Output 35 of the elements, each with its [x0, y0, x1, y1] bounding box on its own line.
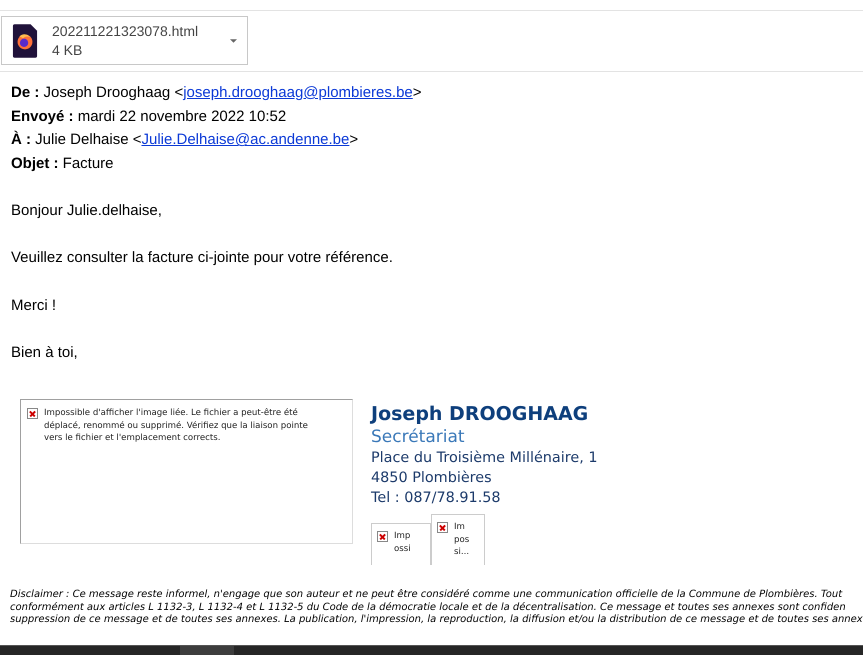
header-label: Objet :: [11, 155, 58, 172]
disclaimer-line: suppression de ce message et de toutes ses annexes. La publication, l'impression, la reproduction, la diffusion et/ou la distribution de ce message et de toutes ses annex: [10, 614, 863, 627]
header-label: À :: [11, 131, 31, 148]
signature-name: Joseph DROOGHAAG: [371, 402, 590, 426]
address-line: Place du Troisième Millénaire, 1: [371, 449, 598, 468]
broken-image-icon: [377, 531, 388, 542]
browser-file-icon: [12, 22, 38, 58]
broken-image-message: Im pos si...: [454, 521, 470, 560]
email-link[interactable]: Julie.Delhaise@ac.andenne.be: [141, 131, 350, 148]
body-paragraph: Bonjour Julie.delhaise,: [11, 200, 163, 221]
email-link[interactable]: joseph.drooghaag@plombieres.be: [183, 84, 413, 101]
contact-name: Julie Delhaise <: [34, 131, 142, 148]
contact-name: Joseph Drooghaag <: [42, 84, 184, 101]
file-size: 4 KB: [52, 40, 84, 60]
header-label: Envoyé :: [11, 108, 74, 125]
address-line: 4850 Plombières: [371, 469, 493, 488]
angle-bracket: >: [349, 131, 358, 148]
broken-image-icon: [437, 522, 448, 534]
header-value: Facture: [62, 155, 114, 172]
disclaimer-line: conformément aux articles L 1132-3, L 1132-4 et L 1132-5 du Code de la démocratie locale et de la décentralisation. Ce message et toutes ses annexes sont confiden: [10, 602, 847, 614]
signature-department: Secrétariat: [371, 426, 466, 448]
header-value: mardi 22 novembre 2022 10:52: [76, 108, 286, 125]
caret-icon[interactable]: [230, 38, 237, 42]
download-item[interactable]: 202211221323078.html 4 KB: [1, 16, 248, 65]
angle-bracket: >: [412, 84, 422, 101]
body-paragraph: Veuillez consulter la facture ci-jointe pour votre référence.: [11, 248, 394, 268]
file-name: 202211221323078.html: [52, 22, 200, 40]
broken-image-message: Imp ossi: [394, 530, 412, 556]
broken-image-icon: [27, 408, 38, 420]
address-line: Tel : 087/78.91.58: [371, 489, 502, 508]
body-paragraph: Bien à toi,: [11, 343, 79, 364]
broken-image-message: Impossible d'afficher l'image liée. Le fichier a peut-être été déplacé, renommé ou supprimé. Vérifiez que la liaison pointe vers le fichier et l'emplacement corrects.: [44, 407, 309, 445]
header-label: De :: [11, 84, 40, 101]
disclaimer-line: Disclaimer : Ce message reste informel, n'engage que son auteur et ne peut être considéré comme une communication officielle de la Commune de Plombières. Tout: [10, 589, 844, 602]
body-paragraph: Merci !: [11, 296, 57, 316]
